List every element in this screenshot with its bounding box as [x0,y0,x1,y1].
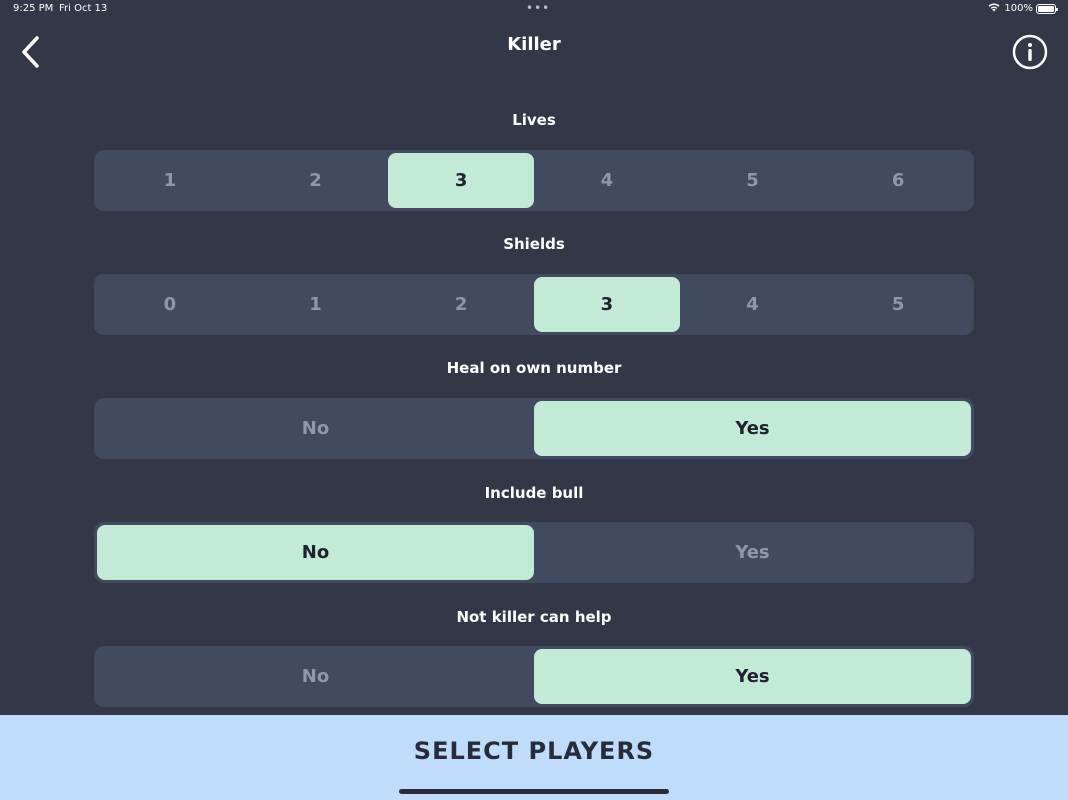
battery-percent: 100% [1004,3,1033,14]
status-bar: 9:25 PM Fri Oct 13 ••• 100% [0,0,1068,18]
info-circle-icon [1012,34,1048,74]
multitasking-dots[interactable]: ••• [526,1,550,15]
shields-option-4[interactable]: 4 [680,277,826,332]
killer-settings-screen: 9:25 PM Fri Oct 13 ••• 100% Killer Lives… [0,0,1068,800]
shields-option-0[interactable]: 0 [97,277,243,332]
lives-label: Lives [512,111,556,129]
lives-option-5[interactable]: 5 [680,153,826,208]
bull-selector: No Yes [94,522,974,583]
bull-option-yes[interactable]: Yes [534,525,971,580]
heal-option-yes[interactable]: Yes [534,401,971,456]
shields-label: Shields [503,235,565,253]
select-players-button[interactable]: SELECT PLAYERS [0,715,1068,800]
help-label: Not killer can help [456,608,612,626]
help-option-no[interactable]: No [97,649,534,704]
help-option-yes[interactable]: Yes [534,649,971,704]
lives-option-1[interactable]: 1 [97,153,243,208]
shields-option-3[interactable]: 3 [534,277,680,332]
shields-option-1[interactable]: 1 [243,277,389,332]
status-time: 9:25 PM [13,3,54,14]
select-players-label: SELECT PLAYERS [413,736,655,765]
info-button[interactable] [1012,34,1048,74]
shields-option-2[interactable]: 2 [388,277,534,332]
shields-selector: 0 1 2 3 4 5 [94,274,974,335]
lives-option-4[interactable]: 4 [534,153,680,208]
battery-icon [1036,3,1058,14]
bull-label: Include bull [484,484,584,502]
bull-option-no[interactable]: No [97,525,534,580]
lives-option-6[interactable]: 6 [825,153,971,208]
wifi-icon [987,2,1001,15]
heal-selector: No Yes [94,398,974,459]
home-indicator[interactable] [399,789,669,794]
heal-label: Heal on own number [446,359,622,377]
lives-selector: 1 2 3 4 5 6 [94,150,974,211]
help-selector: No Yes [94,646,974,707]
lives-option-3[interactable]: 3 [388,153,535,208]
shields-option-5[interactable]: 5 [825,277,971,332]
page-title: Killer [507,34,561,55]
lives-option-2[interactable]: 2 [243,153,389,208]
status-date: Fri Oct 13 [59,3,108,14]
status-right: 100% [987,2,1058,15]
heal-option-no[interactable]: No [97,401,534,456]
